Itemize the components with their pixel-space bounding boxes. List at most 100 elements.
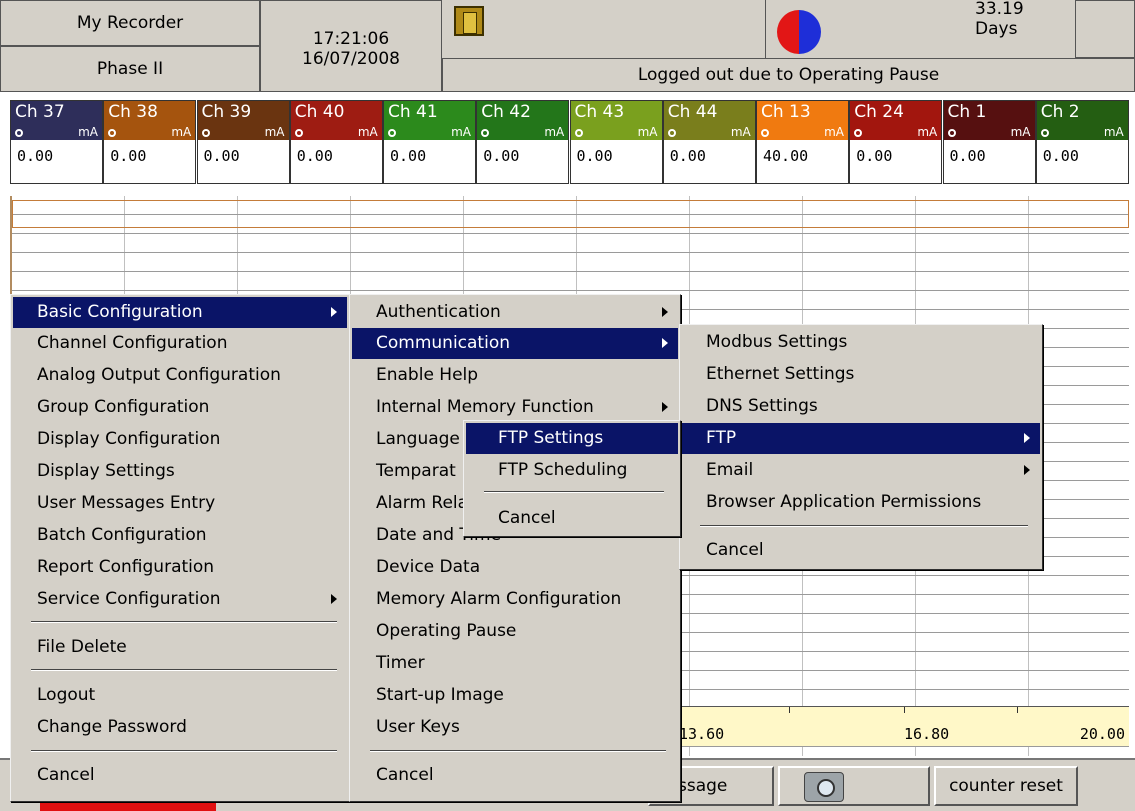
menu-item-basic-configuration[interactable]: Basic Configuration xyxy=(13,297,347,328)
channel-name: Ch 43 xyxy=(574,102,625,122)
menu-item-label: Communication xyxy=(376,333,510,353)
channel-header: Ch 38 mA xyxy=(104,101,196,140)
menu-item-timer[interactable]: Timer xyxy=(352,648,678,679)
menu-item-service-configuration[interactable]: Service Configuration xyxy=(13,584,347,615)
channel-header: Ch 13 mA xyxy=(757,101,848,140)
channel-unit: mA xyxy=(264,125,285,139)
menu-item-device-data[interactable]: Device Data xyxy=(352,552,678,583)
menu-item-ethernet-settings[interactable]: Ethernet Settings xyxy=(682,359,1040,390)
menu-item-ftp-scheduling[interactable]: FTP Scheduling xyxy=(466,455,678,486)
channel-header: Ch 44 mA xyxy=(663,101,755,140)
submenu-arrow-icon xyxy=(662,338,668,348)
days-remaining: 33.19 Days xyxy=(975,0,1075,39)
channel-tile[interactable]: Ch 38 mA 0.00 xyxy=(103,100,197,184)
menu-item-channel-configuration[interactable]: Channel Configuration xyxy=(13,328,347,359)
channel-header: Ch 1 mA xyxy=(943,101,1035,140)
scale-label-mid: 16.80 xyxy=(904,725,950,743)
channel-header: Ch 43 mA xyxy=(570,101,662,140)
counter-reset-button[interactable]: counter reset xyxy=(934,766,1078,806)
channel-tile[interactable]: Ch 2 mA 0.00 xyxy=(1035,100,1129,184)
camera-button[interactable] xyxy=(778,766,930,806)
scale-label-right: 20.00 xyxy=(1079,725,1125,743)
menu-item-start-up-image[interactable]: Start-up Image xyxy=(352,680,678,711)
channel-header: Ch 24 mA xyxy=(850,101,942,140)
channel-status-icon xyxy=(1040,129,1049,137)
menu-item-communication[interactable]: Communication xyxy=(352,328,678,359)
menu-item-cancel[interactable]: Cancel xyxy=(466,503,678,534)
channel-tile[interactable]: Ch 37 mA 0.00 xyxy=(10,100,103,184)
menu-item-cancel[interactable]: Cancel xyxy=(352,760,678,791)
channel-tile[interactable]: Ch 13 mA 40.00 xyxy=(756,100,849,184)
menu-item-display-settings[interactable]: Display Settings xyxy=(13,456,347,487)
channel-tile[interactable]: Ch 41 mA 0.00 xyxy=(383,100,476,184)
channel-tile[interactable]: Ch 44 mA 0.00 xyxy=(662,100,756,184)
recorder-name: My Recorder xyxy=(0,0,260,46)
channel-unit: mA xyxy=(1010,125,1031,139)
channel-unit: mA xyxy=(730,125,751,139)
menu-item-group-configuration[interactable]: Group Configuration xyxy=(13,392,347,423)
menu-item-authentication[interactable]: Authentication xyxy=(352,297,678,328)
date-display: 16/07/2008 xyxy=(302,49,400,69)
channel-value: 0.00 xyxy=(856,147,893,165)
channel-unit: mA xyxy=(171,125,192,139)
menu-item-file-delete[interactable]: File Delete xyxy=(13,632,347,663)
channel-header: Ch 41 mA xyxy=(384,101,475,140)
channel-tile[interactable]: Ch 42 mA 0.00 xyxy=(476,100,570,184)
channel-unit: mA xyxy=(451,125,471,139)
channel-status-icon xyxy=(388,129,396,137)
channel-status-icon xyxy=(574,129,583,137)
menu-item-user-keys[interactable]: User Keys xyxy=(352,712,678,743)
time-display: 17:21:06 xyxy=(312,29,390,49)
channel-name: Ch 42 xyxy=(481,102,531,122)
channel-tile[interactable]: Ch 24 mA 0.00 xyxy=(849,100,943,184)
memory-panel xyxy=(442,0,765,58)
channel-name: Ch 2 xyxy=(1040,102,1080,122)
door-icon xyxy=(454,6,484,36)
channel-value: 0.00 xyxy=(576,147,613,165)
channel-header: Ch 37 mA xyxy=(11,101,102,140)
menu-item-cancel[interactable]: Cancel xyxy=(682,535,1040,566)
menu-item-change-password[interactable]: Change Password xyxy=(13,712,347,743)
phase-label: Phase II xyxy=(0,46,260,92)
channel-value: 0.00 xyxy=(110,147,147,165)
menu-item-memory-alarm-configuration[interactable]: Memory Alarm Configuration xyxy=(352,584,678,615)
submenu-arrow-icon xyxy=(662,307,668,317)
channel-strip: Ch 37 mA 0.00 Ch 38 mA 0.00 Ch 39 mA 0.00 Ch 40 mA… xyxy=(10,100,1129,184)
channel-tile[interactable]: Ch 43 mA 0.00 xyxy=(569,100,663,184)
menu-item-internal-memory-function[interactable]: Internal Memory Function xyxy=(352,392,678,423)
menu-item-batch-configuration[interactable]: Batch Configuration xyxy=(13,520,347,551)
channel-header: Ch 42 mA xyxy=(477,101,569,140)
channel-tile[interactable]: Ch 40 mA 0.00 xyxy=(289,100,383,184)
menu-item-ftp[interactable]: FTP xyxy=(682,423,1040,454)
menu-item-logout[interactable]: Logout xyxy=(13,680,347,711)
menu-item-analog-output-configuration[interactable]: Analog Output Configuration xyxy=(13,360,347,391)
communication-submenu: Modbus Settings Ethernet Settings DNS Se… xyxy=(679,324,1043,570)
menu-item-operating-pause[interactable]: Operating Pause xyxy=(352,616,678,647)
menu-item-enable-help[interactable]: Enable Help xyxy=(352,360,678,391)
channel-name: Ch 41 xyxy=(388,102,438,122)
scale-label-left: 13.60 xyxy=(679,725,725,743)
menu-item-display-configuration[interactable]: Display Configuration xyxy=(13,424,347,455)
channel-tile[interactable]: Ch 39 mA 0.00 xyxy=(196,100,290,184)
chart-scale: 13.60 16.80 20.00 xyxy=(677,706,1129,746)
menu-item-modbus-settings[interactable]: Modbus Settings xyxy=(682,327,1040,358)
menu-item-user-messages-entry[interactable]: User Messages Entry xyxy=(13,488,347,519)
menu-item-browser-application-permissions[interactable]: Browser Application Permissions xyxy=(682,487,1040,518)
date-time: 17:21:06 16/07/2008 xyxy=(260,0,442,92)
menu-item-label: Authentication xyxy=(376,302,501,322)
channel-status-icon xyxy=(761,129,769,137)
menu-separator xyxy=(370,750,666,752)
channel-value: 0.00 xyxy=(17,147,54,165)
menu-item-label: Basic Configuration xyxy=(37,302,203,322)
channel-tile[interactable]: Ch 1 mA 0.00 xyxy=(942,100,1036,184)
menu-item-dns-settings[interactable]: DNS Settings xyxy=(682,391,1040,422)
channel-name: Ch 37 xyxy=(15,102,65,122)
menu-item-ftp-settings[interactable]: FTP Settings xyxy=(466,423,678,454)
menu-item-label: FTP xyxy=(706,428,737,448)
menu-item-report-configuration[interactable]: Report Configuration xyxy=(13,552,347,583)
menu-item-cancel[interactable]: Cancel xyxy=(13,760,347,791)
channel-value: 0.00 xyxy=(203,147,240,165)
menu-item-email[interactable]: Email xyxy=(682,455,1040,486)
main-menu: Basic Configuration Channel Configuratio… xyxy=(10,294,350,802)
status-message: Logged out due to Operating Pause xyxy=(442,58,1135,92)
